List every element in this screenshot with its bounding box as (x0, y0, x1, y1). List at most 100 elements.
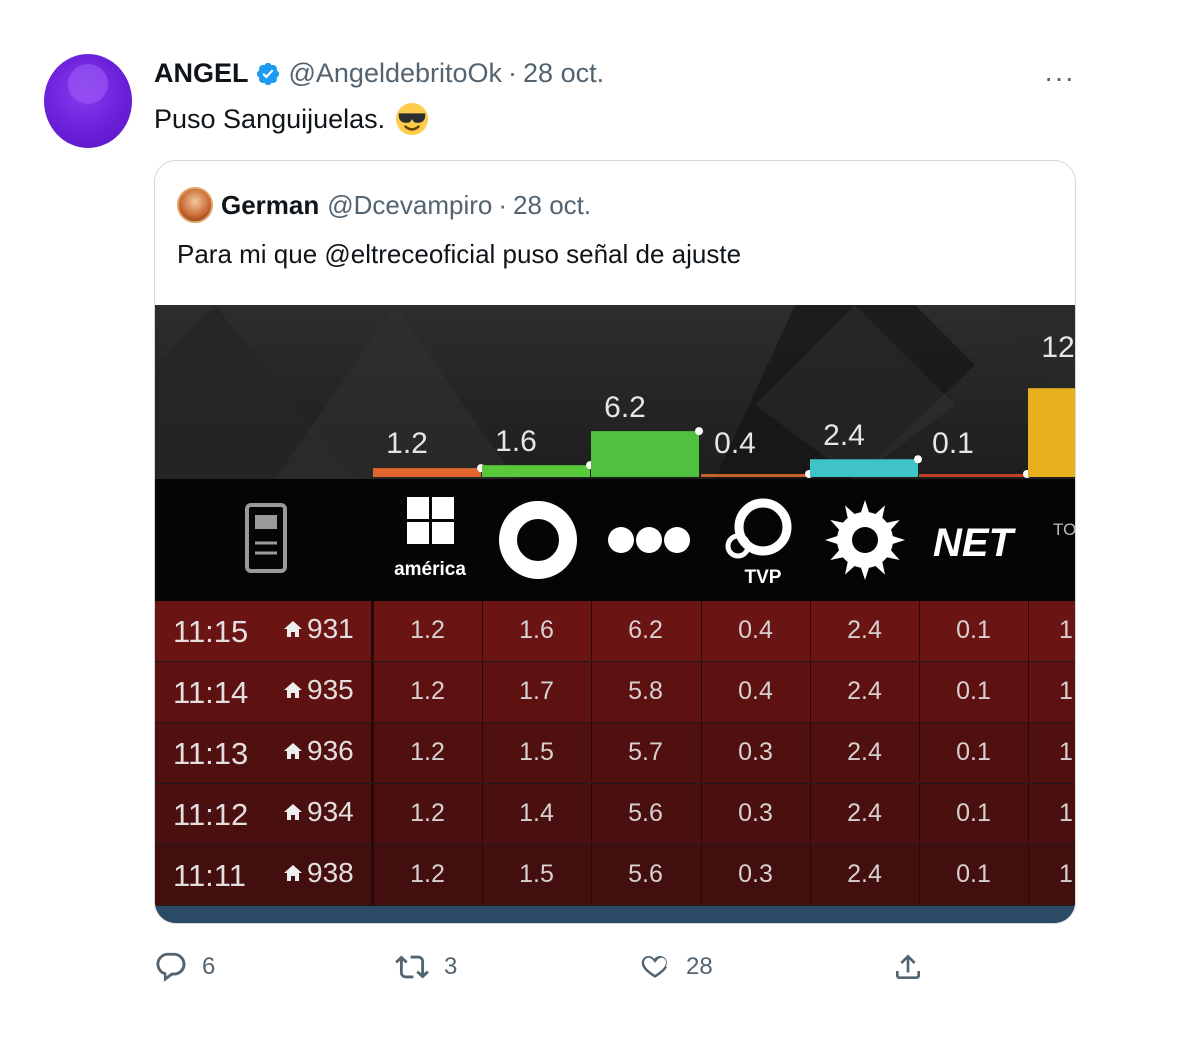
smiling-face-with-sunglasses-icon (396, 102, 429, 136)
verified-badge-icon (256, 62, 279, 85)
home-icon (284, 682, 302, 698)
america-logo-icon: américa (394, 497, 466, 580)
quoted-tweet-card[interactable]: German @Dcevampiro · 28 oct. Para mi que… (154, 160, 1076, 924)
tweet-action-bar: 6 3 28 (154, 950, 934, 990)
row-value-telefe: 5.6 (591, 784, 699, 843)
ratings-image[interactable]: 1.2 1.6 6.2 0.4 2.4 0.1 12 américa TVP N… (155, 305, 1075, 923)
row-homes-value: 931 (307, 613, 354, 644)
row-value-total-abierta: 1 (1028, 784, 1075, 843)
row-value-total-abierta: 1 (1028, 662, 1075, 721)
row-homes-value: 935 (307, 674, 354, 705)
reply-button[interactable]: 6 (154, 950, 215, 984)
row-homes-value: 934 (307, 796, 354, 827)
row-homes: 938 (283, 857, 354, 889)
row-value-net: 0.1 (919, 601, 1027, 660)
bar-eltrece (482, 465, 590, 477)
row-value-eltrece: 1.7 (482, 662, 590, 721)
quoted-tweet-text: Para mi que @eltreceoficial puso señal d… (177, 239, 742, 269)
quoted-author-name: German (221, 189, 320, 220)
separator-dot: · (508, 58, 518, 88)
row-homes-value: 938 (307, 857, 354, 888)
row-homes: 931 (283, 613, 354, 645)
row-homes: 935 (283, 674, 354, 706)
bar-value-label: 12 (1041, 331, 1074, 364)
author-handle[interactable]: @AngeldebritoOk (289, 58, 503, 89)
row-value-américa: 1.2 (373, 662, 481, 721)
more-options-icon[interactable]: ··· (1044, 62, 1075, 94)
like-button[interactable]: 28 (638, 950, 713, 984)
row-value-total-abierta: 1 (1028, 845, 1075, 904)
home-icon (284, 804, 302, 820)
row-value-telefe: 5.6 (591, 845, 699, 904)
eltrece-logo-icon (499, 501, 577, 579)
row-value-c9: 2.4 (810, 784, 918, 843)
row-value-telefe: 5.8 (591, 662, 699, 721)
row-value-c9: 2.4 (810, 601, 918, 660)
row-value-tvp: 0.4 (701, 662, 809, 721)
channel-logo-row: américa TVP NET TO (155, 479, 1075, 601)
ratings-table: 11:15 931 1.2 1.6 6.2 0.4 2.4 0.1 1 11:14 935 1.2 1.… (155, 601, 1075, 923)
tvp-label: TVP (745, 567, 782, 588)
reply-icon (156, 952, 186, 982)
row-value-c9: 2.4 (810, 845, 918, 904)
row-value-tvp: 0.3 (701, 723, 809, 782)
home-icon (284, 865, 302, 881)
ratings-row: 11:14 935 1.2 1.7 5.8 0.4 2.4 0.1 1 (155, 662, 1075, 722)
bar-value-label: 1.6 (495, 425, 537, 458)
net-logo-icon: NET (933, 521, 1017, 565)
row-value-américa: 1.2 (373, 601, 481, 660)
row-value-c9: 2.4 (810, 723, 918, 782)
c9-sun-logo-icon (825, 500, 905, 580)
quoted-tweet-header: German @Dcevampiro · 28 oct. (177, 187, 591, 223)
retweet-icon (395, 955, 429, 979)
reply-count: 6 (202, 953, 216, 980)
row-homes-value: 936 (307, 735, 354, 766)
row-time: 11:15 (173, 614, 249, 649)
bar-value-label: 2.4 (823, 419, 865, 452)
like-count: 28 (686, 953, 713, 980)
bar-value-label: 0.4 (714, 427, 756, 460)
telefe-logo-icon (608, 527, 690, 553)
tweet-header: ANGEL @AngeldebritoOk · 28 oct. (154, 58, 604, 89)
share-icon (896, 954, 920, 979)
tweet-text: Puso Sanguijuelas. (154, 103, 386, 134)
ratings-row: 11:13 936 1.2 1.5 5.7 0.3 2.4 0.1 1 (155, 723, 1075, 783)
share-button[interactable] (892, 950, 924, 984)
home-icon (284, 743, 302, 759)
row-value-net: 0.1 (919, 845, 1027, 904)
ratings-bar-chart: 1.2 1.6 6.2 0.4 2.4 0.1 12 (155, 305, 1075, 479)
tweet-date[interactable]: 28 oct. (523, 58, 604, 89)
row-value-eltrece: 1.6 (482, 601, 590, 660)
row-homes: 934 (283, 796, 354, 828)
row-time: 11:12 (173, 797, 249, 832)
row-value-tvp: 0.3 (701, 784, 809, 843)
row-time: 11:14 (173, 675, 249, 710)
quoted-author-avatar (177, 187, 213, 223)
row-time: 11:11 (173, 858, 246, 893)
row-value-eltrece: 1.4 (482, 784, 590, 843)
row-value-tvp: 0.3 (701, 845, 809, 904)
author-avatar[interactable] (44, 54, 132, 148)
bar-value-label: 0.1 (932, 427, 974, 460)
author-name[interactable]: ANGEL (154, 58, 249, 89)
row-value-américa: 1.2 (373, 784, 481, 843)
ratings-row: 11:12 934 1.2 1.4 5.6 0.3 2.4 0.1 1 (155, 784, 1075, 844)
ratings-row: 11:11 938 1.2 1.5 5.6 0.3 2.4 0.1 1 (155, 845, 1075, 905)
phone-icon (245, 503, 287, 573)
retweet-button[interactable]: 3 (394, 950, 457, 984)
row-value-net: 0.1 (919, 784, 1027, 843)
america-label: américa (394, 559, 466, 580)
retweet-count: 3 (444, 953, 458, 980)
bar-net (919, 474, 1027, 477)
bar-tvp (701, 474, 809, 477)
tweet-body: Puso Sanguijuelas. (154, 102, 429, 136)
row-value-eltrece: 1.5 (482, 723, 590, 782)
row-value-c9: 2.4 (810, 662, 918, 721)
bar-point (914, 455, 922, 464)
ratings-row: 11:15 931 1.2 1.6 6.2 0.4 2.4 0.1 1 (155, 601, 1075, 661)
row-value-eltrece: 1.5 (482, 845, 590, 904)
bar-value-label: 6.2 (604, 391, 646, 424)
row-value-américa: 1.2 (373, 723, 481, 782)
bar-c9 (810, 459, 918, 477)
home-icon (284, 621, 302, 637)
